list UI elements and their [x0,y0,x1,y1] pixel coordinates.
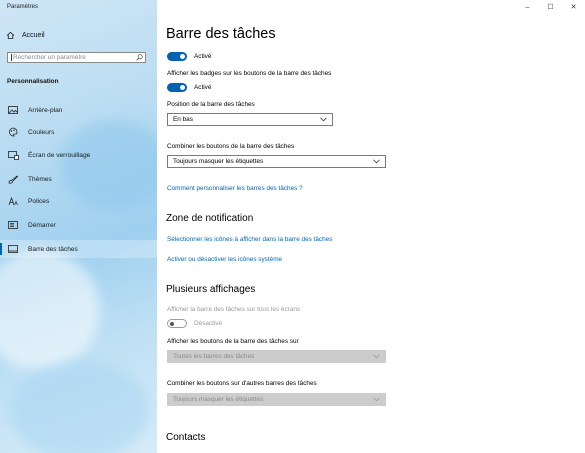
window-controls: – ☐ ✕ [516,0,585,14]
sidebar-item-background[interactable]: Arrière-plan [0,101,157,119]
palette-icon [7,127,19,137]
sidebar-item-taskbar[interactable]: Barre des tâches [0,240,157,258]
maximize-button[interactable]: ☐ [539,0,562,14]
badges-label: Afficher les badges sur les boutons de l… [167,70,332,77]
combine-other-label: Combiner les boutons sur d'autres barres… [167,380,317,387]
background-blur [0,250,100,370]
contacts-heading: Contacts [166,432,206,443]
home-button[interactable]: Accueil [6,28,45,42]
multiple-displays-heading: Plusieurs affichages [166,284,256,295]
search-input[interactable] [13,53,131,62]
content-pane: – ☐ ✕ Barre des tâches Activé Afficher l… [157,0,585,453]
sidebar-item-label: Barre des tâches [28,245,78,253]
sidebar-item-label: Couleurs [28,128,55,136]
toggle-state-label: Activé [194,84,212,91]
show-all-displays-toggle[interactable] [167,319,187,328]
maximize-icon: ☐ [547,4,554,11]
picture-icon [7,105,19,115]
home-icon [6,31,15,39]
chevron-down-icon [373,397,380,402]
lock-screen-icon [7,150,19,160]
chevron-down-icon [373,159,380,164]
taskbar-toggle[interactable] [167,52,187,61]
section-label: Personnalisation [7,78,59,85]
chevron-down-icon [373,354,380,359]
combine-label: Combiner les boutons de la barre des tâc… [167,143,295,150]
buttons-on-value: Toutes les barres des tâches [173,353,255,360]
minimize-button[interactable]: – [516,0,539,14]
toggle-state-label: Activé [194,53,212,60]
sidebar-item-start[interactable]: Démarrer [0,216,157,234]
home-label: Accueil [22,31,45,39]
sidebar-item-label: Arrière-plan [28,106,63,114]
background-blur [10,360,150,453]
sidebar-item-label: Polices [28,197,50,205]
position-label: Position de la barre des tâches [167,101,255,108]
toggle-state-label: Désactivé [194,320,223,327]
brush-icon [7,174,19,184]
sidebar-item-themes[interactable]: Thèmes [0,170,157,188]
taskbar-icon [7,244,19,254]
badges-toggle[interactable] [167,83,187,92]
combine-other-value: Toujours masquer les étiquettes [173,396,264,403]
combine-value: Toujours masquer les étiquettes [173,158,264,165]
sidebar-item-fonts[interactable]: Polices [0,192,157,210]
search-icon[interactable] [136,54,143,61]
select-icons-link[interactable]: Sélectionner les icônes à afficher dans … [167,236,332,243]
sidebar-item-label: Thèmes [28,175,52,183]
combine-dropdown[interactable]: Toujours masquer les étiquettes [167,155,386,168]
font-icon [7,196,19,206]
search-box[interactable] [7,52,146,63]
sidebar-item-label: Démarrer [28,221,56,229]
start-icon [7,220,19,230]
sidebar-item-label: Écran de verrouillage [28,151,91,159]
system-icons-link[interactable]: Activer ou désactiver les icônes système [167,256,282,263]
combine-other-dropdown[interactable]: Toujours masquer les étiquettes [167,393,386,406]
window-title: Paramètres [7,4,39,10]
show-all-displays-label: Afficher la barre des tâches sur tous le… [167,306,301,313]
close-button[interactable]: ✕ [562,0,585,14]
sidebar-item-colors[interactable]: Couleurs [0,123,157,141]
page-title: Barre des tâches [166,26,276,42]
sidebar-item-lock-screen[interactable]: Écran de verrouillage [0,146,157,164]
position-value: En bas [173,116,193,123]
sidebar: Paramètres Accueil Personnalisation Arri… [0,0,157,453]
buttons-on-dropdown[interactable]: Toutes les barres des tâches [167,350,386,363]
notification-heading: Zone de notification [166,213,254,224]
settings-window: Paramètres Accueil Personnalisation Arri… [0,0,585,453]
buttons-on-label: Afficher les boutons de la barre des tâc… [167,338,299,345]
minimize-icon: – [525,3,530,11]
close-icon: ✕ [570,4,577,11]
position-dropdown[interactable]: En bas [167,113,333,126]
chevron-down-icon [320,117,327,122]
text-cursor [11,54,12,61]
customize-taskbar-link[interactable]: Comment personnaliser les barres des tâc… [167,185,303,192]
